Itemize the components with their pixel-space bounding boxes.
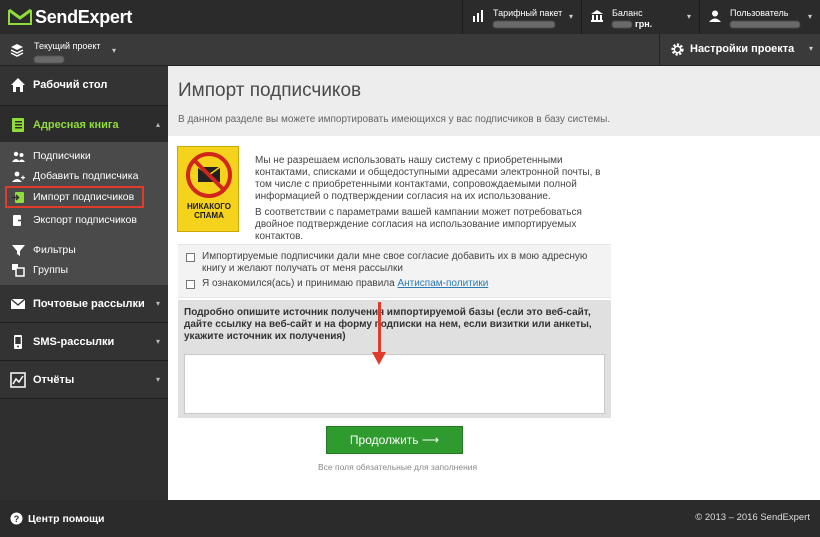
submenu-item-subscribers[interactable]: Подписчики bbox=[0, 146, 168, 166]
layers-icon bbox=[10, 44, 24, 57]
import-icon bbox=[12, 192, 24, 203]
intro-paragraph-2: В соответствии с параметрами вашей кампа… bbox=[255, 207, 582, 242]
chevron-down-icon: ▾ bbox=[155, 337, 160, 346]
address-book-submenu: Подписчики Добавить подписчика Импорт по… bbox=[0, 142, 168, 293]
chevron-down-icon: ▾ bbox=[686, 12, 691, 21]
page-description: В данном разделе вы можете импортировать… bbox=[178, 114, 611, 125]
consent-checkbox-2[interactable] bbox=[186, 280, 195, 289]
annotation-arrow-head bbox=[372, 352, 386, 365]
consent-label-1: Импортируемые подписчики дали мне свое с… bbox=[202, 251, 588, 274]
user-label: Пользователь bbox=[730, 8, 789, 18]
gear-icon bbox=[671, 43, 684, 56]
svg-text:?: ? bbox=[14, 514, 20, 524]
submenu-item-export-subscribers[interactable]: Экспорт подписчиков bbox=[0, 210, 168, 230]
submenu-item-add-subscriber[interactable]: Добавить подписчика bbox=[0, 166, 168, 186]
sidebar-item-address-book[interactable]: Адресная книга ▴ bbox=[0, 106, 168, 143]
submenu-item-label: Импорт подписчиков bbox=[33, 191, 135, 203]
footer: ? Центр помощи © 2013 – 2016 SendExpert bbox=[0, 500, 820, 537]
source-block: Подробно опишите источник получения импо… bbox=[178, 300, 611, 418]
home-icon bbox=[11, 78, 25, 92]
add-user-icon bbox=[12, 171, 25, 182]
submenu-item-label: Фильтры bbox=[33, 244, 76, 256]
continue-button[interactable]: Продолжить ⟶ bbox=[326, 426, 463, 454]
chevron-up-icon: ▴ bbox=[155, 120, 160, 129]
sidebar-item-label: Адресная книга bbox=[33, 119, 119, 131]
sidebar-item-reports[interactable]: Отчёты ▾ bbox=[0, 361, 168, 399]
required-note: Все поля обязательные для заполнения bbox=[318, 462, 478, 472]
user-icon bbox=[709, 10, 721, 22]
project-settings-menu[interactable]: Настройки проекта ▾ bbox=[659, 34, 820, 65]
submenu-item-label: Группы bbox=[33, 264, 68, 276]
project-bar: Текущий проект ▾ Настройки проекта ▾ bbox=[0, 34, 820, 66]
balance-label: Баланс bbox=[612, 8, 643, 18]
no-spam-text: НИКАКОГО СПАМА bbox=[187, 202, 231, 220]
groups-icon bbox=[12, 264, 25, 277]
address-book-icon bbox=[12, 118, 24, 132]
export-icon bbox=[13, 215, 25, 226]
project-settings-label: Настройки проекта bbox=[690, 43, 795, 55]
sidebar-item-label: Отчёты bbox=[33, 374, 75, 386]
help-center-label: Центр помощи bbox=[28, 513, 105, 525]
chart-icon bbox=[10, 372, 26, 388]
source-textarea[interactable] bbox=[184, 354, 605, 414]
logo-text: SendExpert bbox=[35, 6, 133, 27]
envelope-icon bbox=[10, 298, 26, 309]
no-spam-badge: НИКАКОГО СПАМА bbox=[177, 146, 239, 232]
user-menu[interactable]: Пользователь ▾ bbox=[699, 0, 820, 34]
bank-icon bbox=[591, 10, 603, 22]
users-icon bbox=[12, 151, 25, 162]
submenu-item-filters[interactable]: Фильтры bbox=[0, 240, 168, 260]
filter-icon bbox=[12, 245, 25, 256]
annotation-arrow-line bbox=[378, 302, 381, 354]
user-value bbox=[730, 19, 800, 29]
submenu-item-groups[interactable]: Группы bbox=[0, 260, 168, 280]
intro-text: Мы не разрешаем использовать нашу систем… bbox=[255, 155, 613, 243]
balance-value: грн. bbox=[612, 19, 652, 29]
tariff-value bbox=[493, 19, 555, 29]
consent-block: Импортируемые подписчики дали мне свое с… bbox=[178, 244, 611, 298]
submenu-item-label: Экспорт подписчиков bbox=[33, 214, 137, 226]
sidebar-item-mailings[interactable]: Почтовые рассылки ▾ bbox=[0, 285, 168, 323]
sidebar-item-label: Рабочий стол bbox=[33, 79, 108, 91]
copyright: © 2013 – 2016 SendExpert bbox=[695, 512, 810, 523]
chevron-down-icon: ▾ bbox=[568, 12, 573, 21]
balance-menu[interactable]: Баланс грн. ▾ bbox=[581, 0, 699, 34]
sidebar-item-dashboard[interactable]: Рабочий стол bbox=[0, 66, 168, 106]
submenu-item-import-subscribers[interactable]: Импорт подписчиков bbox=[5, 186, 144, 208]
help-icon: ? bbox=[10, 512, 23, 525]
sidebar-item-sms[interactable]: SMS-рассылки ▾ bbox=[0, 323, 168, 361]
source-label: Подробно опишите источник получения импо… bbox=[184, 307, 592, 342]
submenu-item-label: Добавить подписчика bbox=[33, 170, 139, 182]
phone-icon bbox=[14, 335, 22, 349]
sidebar-item-label: Почтовые рассылки bbox=[33, 298, 145, 310]
antispam-policy-link[interactable]: Антиспам-политики bbox=[397, 278, 488, 289]
chevron-down-icon: ▾ bbox=[155, 299, 160, 308]
intro-paragraph-1: Мы не разрешаем использовать нашу систем… bbox=[255, 155, 601, 202]
sidebar-item-label: SMS-рассылки bbox=[33, 336, 115, 348]
no-spam-icon bbox=[186, 152, 232, 198]
submenu-item-label: Подписчики bbox=[33, 150, 91, 162]
consent-label-2: Я ознакомился(ась) и принимаю правила Ан… bbox=[202, 278, 489, 289]
project-label: Текущий проект bbox=[34, 41, 101, 51]
page-title: Импорт подписчиков bbox=[178, 80, 362, 101]
logo-envelope-icon bbox=[8, 8, 32, 25]
chevron-down-icon: ▾ bbox=[112, 46, 117, 55]
bars-icon bbox=[473, 10, 483, 22]
chevron-down-icon: ▾ bbox=[808, 44, 813, 53]
project-value bbox=[34, 53, 64, 65]
tariff-menu[interactable]: Тарифный пакет ▾ bbox=[462, 0, 581, 34]
top-bar: SendExpert Тарифный пакет ▾ Баланс грн. … bbox=[0, 0, 820, 34]
chevron-down-icon: ▾ bbox=[155, 375, 160, 384]
tariff-label: Тарифный пакет bbox=[493, 8, 563, 18]
consent-checkbox-1[interactable] bbox=[186, 253, 195, 262]
logo[interactable]: SendExpert bbox=[8, 6, 132, 28]
chevron-down-icon: ▾ bbox=[807, 12, 812, 21]
